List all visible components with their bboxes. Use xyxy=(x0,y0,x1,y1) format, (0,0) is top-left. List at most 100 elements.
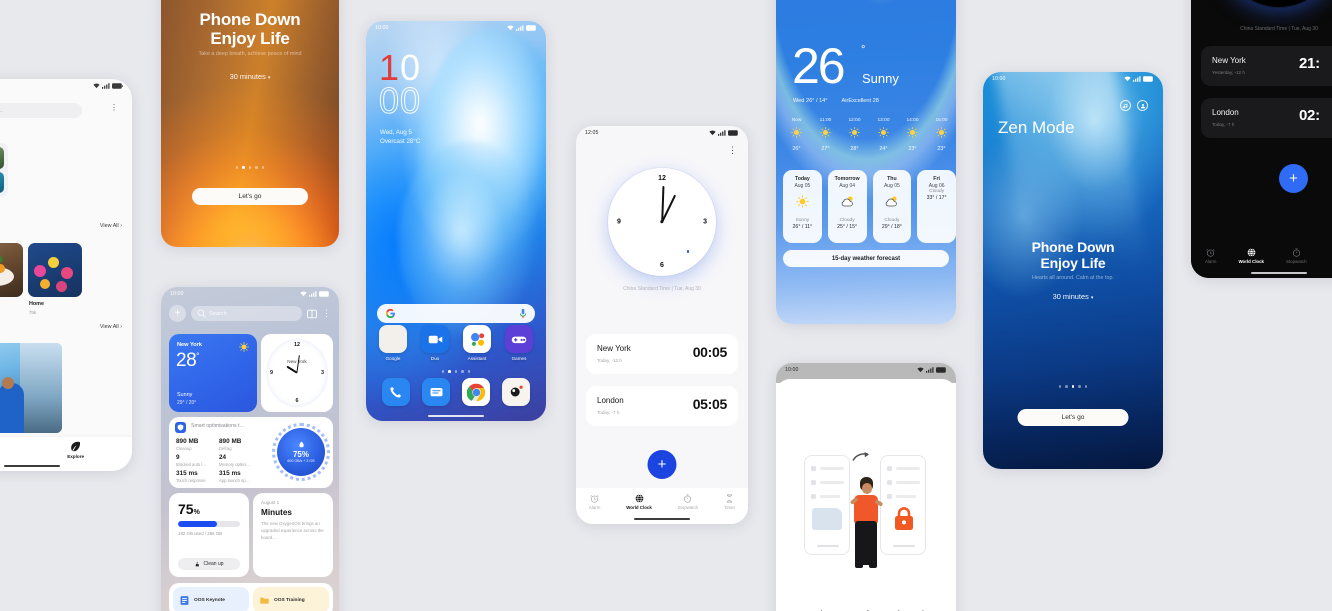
manager-stat-value: 24 xyxy=(219,454,227,461)
home-indicator xyxy=(428,414,484,417)
battery-icon xyxy=(112,83,123,89)
hourly-temp: 28° xyxy=(850,146,859,152)
page-dot-active xyxy=(242,166,245,169)
daily-card[interactable]: Thu Aug 05 Cloudy 29° / 18° xyxy=(872,170,912,243)
world-clock-row[interactable]: London Today, -7 h 05:05 xyxy=(586,386,738,426)
zen-lets-go-button[interactable]: Let's go xyxy=(1017,409,1129,426)
gallery-thumb-places-grid[interactable] xyxy=(0,143,8,197)
clock-nav-world-clock[interactable]: World Clock xyxy=(626,494,652,510)
clock-nav-label: Timer xyxy=(723,505,736,510)
messages-icon[interactable] xyxy=(422,378,450,406)
battery-icon xyxy=(526,25,536,31)
more-vertical-icon[interactable]: ⋮ xyxy=(110,104,118,111)
zen-duration-label: 30 minutes xyxy=(229,72,266,81)
chevron-down-icon: ▾ xyxy=(267,75,271,81)
daily-card[interactable]: Tomorrow Aug 04 Cloudy 25° / 15° xyxy=(827,170,867,243)
home-date-weather: Wed, Aug 5 Overcast 28°C xyxy=(380,129,420,147)
daily-card[interactable]: Today Aug 05 Sunny 26° / 11° xyxy=(783,170,822,243)
clock-nav-alarm[interactable]: Alarm xyxy=(1205,248,1216,264)
weather-hourly-forecast[interactable]: Now 26° 11:00 27° 12:00 28° 13:00 24° 14… xyxy=(782,118,956,152)
clock-tick-6: 6 xyxy=(1277,0,1281,1)
zen-lets-go-button[interactable]: Let's go xyxy=(192,188,308,205)
illustration-phone-right xyxy=(880,455,926,555)
music-note-icon[interactable] xyxy=(1120,100,1131,111)
battery-icon xyxy=(319,291,329,297)
daily-date: Aug 05 xyxy=(794,183,811,189)
sun-icon xyxy=(791,127,802,138)
split-screen-icon[interactable] xyxy=(307,309,317,319)
chevron-right-icon: › xyxy=(120,324,122,330)
world-clock-row[interactable]: London Today, -7 h 02: xyxy=(1201,98,1332,138)
world-clock-offset: Today, -7 h xyxy=(1212,122,1235,127)
world-clock-row[interactable]: New York Yesterday, -12 h 21: xyxy=(1201,46,1332,86)
home-dock xyxy=(376,378,536,409)
hourly-column: 12:00 28° xyxy=(840,118,869,152)
app-google-folder[interactable]: Google xyxy=(376,325,410,361)
google-folder-icon xyxy=(379,325,407,353)
clock-nav-alarm[interactable]: Alarm xyxy=(589,494,600,510)
mini-tile-oos-keynote[interactable]: OOS Keynote xyxy=(173,587,249,611)
clock-widget[interactable]: 12 3 6 9 New York xyxy=(261,334,333,412)
phone-manager-widget[interactable]: Smart optimisations t... 890 MB Cleanup … xyxy=(169,417,333,488)
google-search-bar[interactable] xyxy=(377,304,535,323)
app-label: Games xyxy=(511,356,527,361)
chrome-icon[interactable] xyxy=(462,378,490,406)
camera-icon[interactable] xyxy=(502,378,530,406)
clock-tick-12: 12 xyxy=(294,342,300,348)
daily-card[interactable]: Fri Aug 06 Cloudy 33° / 17° xyxy=(917,170,956,243)
daily-range: 25° / 15° xyxy=(837,224,858,230)
alarm-icon xyxy=(590,495,599,503)
clock-nav-stopwatch[interactable]: Stopwatch xyxy=(678,494,698,510)
world-clock-row[interactable]: New York Today, -12 h 00:05 xyxy=(586,334,738,374)
more-vertical-icon[interactable]: ⋮ xyxy=(322,309,331,317)
weather-current-temp: 26 xyxy=(792,38,846,94)
gallery-view-all-foods[interactable]: View All › xyxy=(100,324,122,330)
clean-up-button[interactable]: Clean up xyxy=(178,558,240,570)
mini-tile-label: OOS Keynote xyxy=(194,597,225,603)
microphone-icon[interactable] xyxy=(519,308,527,319)
add-clock-fab[interactable]: + xyxy=(1279,164,1308,193)
stopwatch-icon xyxy=(684,494,692,503)
storage-widget[interactable]: 75% 192 GB used / 256 GB Clean up xyxy=(169,493,249,577)
page-dot xyxy=(467,370,471,373)
zen-duration-selector[interactable]: 30 minutes ▾ xyxy=(983,292,1163,301)
daily-range: 29° / 18° xyxy=(881,224,902,230)
widgets-statusbar: 10:00 xyxy=(161,287,339,301)
screenshot-collage: Search your photos... ⋮ Places Places 6 … xyxy=(0,0,1332,611)
app-label: Assistant xyxy=(467,356,487,361)
cloud-sun-icon xyxy=(841,196,853,207)
gallery-featured-photo[interactable] xyxy=(0,343,62,433)
weather-daily-forecast[interactable]: Today Aug 05 Sunny 26° / 11° Tomorrow Au… xyxy=(783,170,956,243)
clock-tick-9: 9 xyxy=(270,370,273,376)
mini-tile-oos-training[interactable]: OOS Training xyxy=(253,587,329,611)
daily-condition: Cloudy xyxy=(839,218,855,223)
add-clock-fab[interactable]: + xyxy=(647,450,677,479)
weather-widget[interactable]: New York 28° Sunny 29° / 20° xyxy=(169,334,257,412)
phone-world-clock-light: 12:05 ⋮ 12 3 6 9 China Standard Time | T… xyxy=(576,126,748,524)
app-assistant[interactable]: Assistant xyxy=(460,325,494,361)
clock-nav-timer[interactable]: Timer xyxy=(724,494,735,510)
rocket-icon xyxy=(298,441,304,448)
gallery-thumb-foods[interactable] xyxy=(0,243,23,297)
forecast-button[interactable]: 15-day weather forecast xyxy=(783,250,949,267)
gallery-view-all-places[interactable]: View All › xyxy=(100,223,122,229)
add-widget-button[interactable]: + xyxy=(169,305,186,322)
home-indicator xyxy=(634,517,690,520)
weather-meta: Wed 26° / 14° AirExcellent 28 xyxy=(793,98,879,104)
app-duo[interactable]: Duo xyxy=(418,325,452,361)
account-icon[interactable] xyxy=(1137,100,1148,111)
more-vertical-icon[interactable]: ⋮ xyxy=(728,146,737,154)
article-date: August 1 xyxy=(261,500,280,505)
zen-duration-selector[interactable]: 30 minutes ▾ xyxy=(161,72,339,81)
gallery-nav-explore[interactable]: Explore xyxy=(67,441,84,459)
app-games[interactable]: Games xyxy=(502,325,536,361)
clock-nav-stopwatch[interactable]: Stopwatch xyxy=(1286,248,1307,264)
gallery-thumb-home[interactable] xyxy=(28,243,82,297)
phone-icon[interactable] xyxy=(382,378,410,406)
article-widget[interactable]: August 1 Minutes The new OxygenOS brings… xyxy=(253,493,333,577)
gallery-search-input[interactable]: Search your photos... xyxy=(0,103,82,118)
cloud-sun-icon xyxy=(886,196,898,207)
widgets-search-input[interactable]: Search xyxy=(191,306,302,321)
page-dot xyxy=(261,166,265,169)
clock-nav-world-clock[interactable]: World Clock xyxy=(1238,248,1264,264)
